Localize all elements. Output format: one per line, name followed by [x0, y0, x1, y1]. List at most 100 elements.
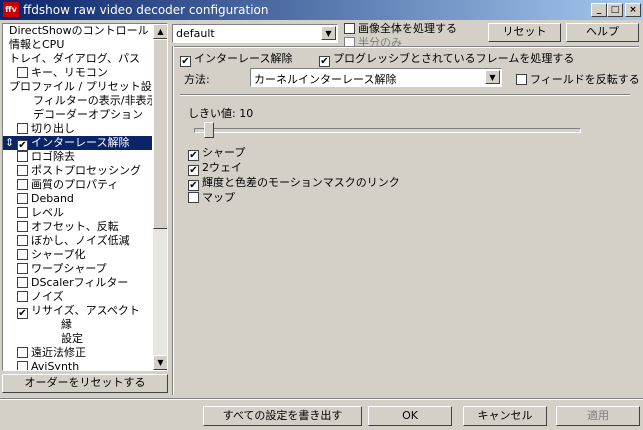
method-select[interactable]: カーネルインターレース解除 ▼ — [250, 68, 502, 87]
tree-item[interactable]: トレイ、ダイアログ、パス — [3, 52, 152, 66]
enable-deinterlace-label: インターレース解除 — [194, 52, 293, 65]
enable-deinterlace-checkbox[interactable]: ✔ インターレース解除 — [180, 50, 292, 67]
tree-item-label: デコーダーオプション — [33, 108, 143, 121]
panel-top-divider — [172, 46, 639, 48]
tree-item-checkbox[interactable] — [17, 361, 28, 370]
tree-item-checkbox[interactable] — [17, 165, 28, 176]
tree-item-checkbox[interactable] — [17, 235, 28, 246]
tree-item-label: 遠近法修正 — [31, 346, 86, 359]
tree-item[interactable]: 縁 — [3, 318, 152, 332]
tree-item-label: ワープシャープ — [31, 262, 107, 275]
reset-button[interactable]: リセット — [488, 23, 561, 42]
tree-item-label: Deband — [31, 192, 74, 205]
tree-item[interactable]: AviSynth — [3, 360, 152, 370]
cancel-button[interactable]: キャンセル — [463, 406, 547, 426]
chevron-down-icon[interactable]: ▼ — [485, 70, 500, 84]
deinterlace-option-label: マップ — [202, 191, 235, 204]
tree-item-label: ポストプロセッシング — [31, 164, 141, 177]
tree-item-checkbox[interactable] — [17, 277, 28, 288]
tree-item-label: DirectShowのコントロール — [9, 24, 149, 37]
tree-item-checkbox[interactable] — [17, 123, 28, 134]
progressive-frames-label: プログレッシブとされているフレームを処理する — [333, 52, 575, 65]
move-arrows-icon[interactable]: ⇕ — [5, 136, 14, 150]
tree-item[interactable]: DScalerフィルター — [3, 276, 152, 290]
tree-item-label: オフセット、反転 — [31, 220, 119, 233]
tree-item[interactable]: ぼかし、ノイズ低減 — [3, 234, 152, 248]
tree-item[interactable]: 画質のプロパティ — [3, 178, 152, 192]
help-button[interactable]: ヘルプ — [566, 23, 639, 42]
tree-item-checkbox[interactable] — [17, 179, 28, 190]
scroll-down-button[interactable]: ▼ — [153, 355, 167, 370]
chevron-down-icon[interactable]: ▼ — [321, 26, 336, 40]
enable-deinterlace-box[interactable]: ✔ — [180, 56, 191, 67]
tree-item[interactable]: ワープシャープ — [3, 262, 152, 276]
tree-item-label: 画質のプロパティ — [31, 178, 119, 191]
tree-item-label: インターレース解除 — [31, 136, 130, 149]
export-all-settings-button[interactable]: すべての設定を書き出す — [203, 406, 362, 426]
threshold-label: しきい値: 10 — [188, 107, 254, 120]
tree-item[interactable]: シャープ化 — [3, 248, 152, 262]
deinterlace-panel: ✔ インターレース解除 ✔ プログレッシブとされているフレームを処理する 方法: カ… — [172, 46, 640, 395]
tree-item-checkbox[interactable] — [17, 193, 28, 204]
filter-tree: DirectShowのコントロール 情報とCPU トレイ、ダイアログ、パス キー、リモ… — [2, 23, 168, 371]
tree-item-checkbox[interactable] — [17, 67, 28, 78]
ok-button[interactable]: OK — [368, 406, 452, 426]
tree-item[interactable]: デコーダーオプション — [3, 108, 152, 122]
tree-item-checkbox[interactable] — [17, 291, 28, 302]
tree-item-label: 設定 — [61, 332, 83, 345]
tree-item[interactable]: 遠近法修正 — [3, 346, 152, 360]
ffdshow-app-icon: ffv — [3, 2, 19, 17]
tree-item[interactable]: プロファイル / プリセット設定 — [3, 80, 152, 94]
process-whole-box[interactable] — [344, 23, 355, 34]
tree-item-label: フィルターの表示/非表示 — [33, 94, 152, 107]
reset-order-button[interactable]: オーダーをリセットする — [2, 374, 168, 393]
tree-item[interactable]: 切り出し — [3, 122, 152, 136]
tree-item-label: ロゴ除去 — [31, 150, 75, 163]
close-button[interactable]: × — [625, 3, 641, 17]
title-bar[interactable]: ffv ffdshow raw video decoder configurat… — [0, 0, 643, 20]
tree-item[interactable]: DirectShowのコントロール — [3, 24, 152, 38]
tree-item-label: 切り出し — [31, 122, 75, 135]
tree-item-checkbox[interactable] — [17, 249, 28, 260]
tree-item-checkbox[interactable] — [17, 221, 28, 232]
progressive-frames-checkbox[interactable]: ✔ プログレッシブとされているフレームを処理する — [319, 50, 574, 67]
tree-item[interactable]: オフセット、反転 — [3, 220, 152, 234]
scroll-up-button[interactable]: ▲ — [153, 24, 167, 39]
tree-item[interactable]: フィルターの表示/非表示 — [3, 94, 152, 108]
invert-field-checkbox[interactable]: フィールドを反転する — [516, 71, 640, 87]
section-divider — [180, 94, 630, 96]
tree-item[interactable]: ポストプロセッシング — [3, 164, 152, 178]
threshold-slider-thumb[interactable] — [204, 122, 215, 138]
tree-item[interactable]: Deband — [3, 192, 152, 206]
tree-item[interactable]: キー、リモコン — [3, 66, 152, 80]
tree-item[interactable]: ノイズ — [3, 290, 152, 304]
tree-item[interactable]: ⇕ ✔ インターレース解除 — [3, 136, 152, 151]
config-window: ffv ffdshow raw video decoder configurat… — [0, 0, 643, 430]
tree-item-checkbox[interactable] — [17, 151, 28, 162]
deinterlace-option[interactable]: マップ — [188, 189, 235, 205]
minimize-button[interactable]: _ — [591, 3, 607, 17]
tree-item[interactable]: ✔ リサイズ、アスペクト — [3, 304, 152, 319]
tree-item-label: レベル — [31, 206, 64, 219]
tree-item[interactable]: レベル — [3, 206, 152, 220]
tree-item-label: AviSynth — [31, 360, 80, 370]
tree-item[interactable]: 設定 — [3, 332, 152, 346]
deinterlace-option-label: 2ウェイ — [202, 161, 242, 174]
tree-item[interactable]: ロゴ除去 — [3, 150, 152, 164]
tree-item-label: ぼかし、ノイズ低減 — [31, 234, 130, 247]
window-title: ffdshow raw video decoder configuration — [23, 3, 269, 17]
preset-select[interactable]: default ▼ — [172, 24, 338, 43]
deinterlace-option-box[interactable] — [188, 192, 199, 203]
tree-item-checkbox[interactable] — [17, 347, 28, 358]
tree-item[interactable]: 情報とCPU — [3, 38, 152, 52]
tree-item-checkbox[interactable] — [17, 207, 28, 218]
progressive-frames-box[interactable]: ✔ — [319, 56, 330, 67]
threshold-slider-track[interactable] — [194, 128, 581, 133]
tree-item-label: DScalerフィルター — [31, 276, 129, 289]
scroll-thumb[interactable] — [153, 39, 167, 229]
apply-button[interactable]: 適用 — [556, 406, 640, 426]
tree-item-checkbox[interactable] — [17, 263, 28, 274]
tree-scrollbar[interactable]: ▲ ▼ — [153, 24, 167, 370]
maximize-button[interactable]: □ — [607, 3, 623, 17]
invert-field-box[interactable] — [516, 74, 527, 85]
